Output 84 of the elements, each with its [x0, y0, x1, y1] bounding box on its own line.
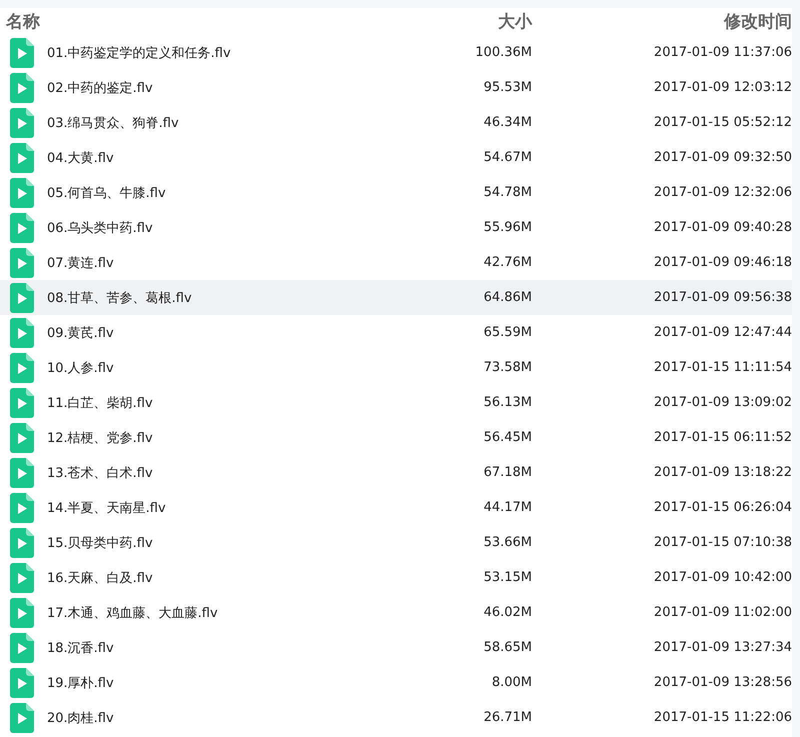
video-file-icon — [10, 528, 34, 558]
modified-time: 2017-01-09 09:46:18 — [654, 255, 792, 270]
modified-time: 2017-01-09 13:27:34 — [654, 640, 792, 655]
video-file-icon — [10, 178, 34, 208]
modified-time: 2017-01-09 13:18:22 — [654, 465, 792, 480]
modified-time: 2017-01-15 07:10:38 — [654, 535, 792, 550]
modified-time: 2017-01-09 11:02:00 — [654, 605, 792, 620]
file-size: 56.13M — [484, 395, 532, 410]
file-size: 26.71M — [484, 710, 532, 725]
video-file-icon — [10, 668, 34, 698]
video-file-icon — [10, 108, 34, 138]
video-file-icon — [10, 248, 34, 278]
file-size: 64.86M — [484, 290, 532, 305]
file-name: 11.白芷、柴胡.flv — [47, 394, 153, 412]
column-header[interactable]: 修改时间 — [724, 10, 792, 33]
file-name: 12.桔梗、党参.flv — [47, 430, 153, 446]
file-name: 15.贝母类中药.flv — [47, 534, 153, 552]
modified-time: 2017-01-09 12:47:44 — [654, 325, 792, 340]
modified-time: 2017-01-09 12:03:12 — [654, 80, 792, 95]
file-name: 07.黄连.flv — [47, 254, 114, 272]
video-file-icon — [10, 282, 34, 312]
file-size: 67.18M — [484, 465, 532, 480]
file-row[interactable]: 08.甘草、苦参、葛根.flv 64.86M 2017-01-09 09:56:38 — [0, 280, 792, 315]
video-file-icon — [10, 72, 34, 102]
file-size: 54.67M — [484, 150, 532, 165]
video-file-icon — [10, 702, 34, 732]
video-file-icon — [10, 352, 34, 382]
video-file-icon — [10, 38, 34, 68]
modified-time: 2017-01-15 11:11:54 — [654, 360, 792, 375]
modified-time: 2017-01-09 11:37:06 — [654, 45, 792, 60]
file-name: 10.人参.flv — [47, 360, 114, 376]
file-size: 8.00M — [492, 675, 532, 690]
video-file-icon — [10, 562, 34, 592]
modified-time: 2017-01-15 06:11:52 — [654, 430, 792, 445]
file-size: 100.36M — [475, 45, 532, 60]
video-file-icon — [10, 458, 34, 488]
file-size: 54.78M — [484, 185, 532, 200]
video-file-icon — [10, 598, 34, 628]
file-name: 03.绵马贯众、狗脊.flv — [47, 114, 179, 132]
file-name: 09.黄芪.flv — [47, 324, 114, 342]
video-file-icon — [10, 388, 34, 418]
file-size: 56.45M — [484, 430, 532, 445]
file-size: 44.17M — [484, 500, 532, 515]
column-header[interactable]: 大小 — [498, 10, 532, 33]
file-name: 01.中药鉴定学的定义和任务.flv — [47, 44, 231, 62]
file-size: 58.65M — [484, 640, 532, 655]
video-file-icon — [10, 422, 34, 452]
modified-time: 2017-01-09 13:28:56 — [654, 675, 792, 690]
modified-time: 2017-01-09 09:40:28 — [654, 220, 792, 235]
file-name: 19.厚朴.flv — [47, 674, 114, 692]
file-name: 18.沉香.flv — [47, 640, 114, 656]
file-size: 73.58M — [484, 360, 532, 375]
file-size: 53.66M — [484, 535, 532, 550]
file-size: 95.53M — [484, 80, 532, 95]
modified-time: 2017-01-15 06:26:04 — [654, 500, 792, 515]
file-name: 05.何首乌、牛膝.flv — [47, 184, 166, 202]
file-name: 06.乌头类中药.flv — [47, 220, 153, 236]
column-header[interactable]: 名称 — [6, 10, 40, 33]
video-file-icon — [10, 142, 34, 172]
file-name: 16.天麻、白及.flv — [47, 570, 153, 586]
file-name: 13.苍术、白术.flv — [47, 464, 153, 482]
modified-time: 2017-01-09 12:32:06 — [654, 185, 792, 200]
file-name: 02.中药的鉴定.flv — [47, 80, 153, 96]
video-file-icon — [10, 318, 34, 348]
modified-time: 2017-01-09 09:32:50 — [654, 150, 792, 165]
file-size: 42.76M — [484, 255, 532, 270]
file-size: 55.96M — [484, 220, 532, 235]
video-file-icon — [10, 632, 34, 662]
file-size: 53.15M — [484, 570, 532, 585]
video-file-icon — [10, 492, 34, 522]
file-size: 46.02M — [484, 605, 532, 620]
file-size: 65.59M — [484, 325, 532, 340]
modified-time: 2017-01-09 13:09:02 — [654, 395, 792, 410]
file-name: 08.甘草、苦参、葛根.flv — [47, 290, 192, 306]
video-file-icon — [10, 212, 34, 242]
file-size: 46.34M — [484, 115, 532, 130]
modified-time: 2017-01-15 11:22:06 — [654, 710, 792, 725]
file-name: 04.大黄.flv — [47, 150, 114, 166]
file-name: 20.肉桂.flv — [47, 710, 114, 726]
modified-time: 2017-01-15 05:52:12 — [654, 115, 792, 130]
modified-time: 2017-01-09 10:42:00 — [654, 570, 792, 585]
file-name: 17.木通、鸡血藤、大血藤.flv — [47, 604, 218, 622]
file-name: 14.半夏、天南星.flv — [47, 500, 166, 516]
modified-time: 2017-01-09 09:56:38 — [654, 290, 792, 305]
